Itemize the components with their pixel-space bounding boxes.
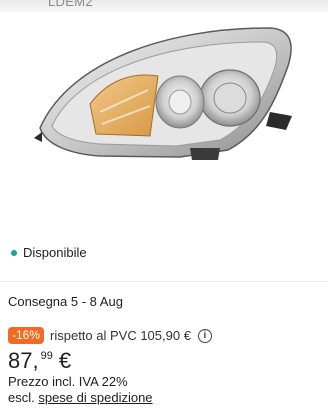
discount-badge: -16% (8, 327, 45, 344)
product-code: LDEM2 (48, 0, 93, 9)
info-icon[interactable]: i (197, 328, 212, 343)
price: 87, 99 € (8, 348, 71, 374)
price-decimal: 99 (40, 350, 53, 362)
availability: Disponibile (11, 245, 87, 260)
discount-row: -16% rispetto al PVC 105,90 € i (8, 327, 212, 344)
divider (0, 281, 328, 282)
product-headlight-image[interactable] (30, 20, 302, 170)
shipping-costs-link[interactable]: spese di spedizione (38, 390, 152, 405)
price-currency: € (58, 348, 72, 373)
delivery-info: Consegna 5 - 8 Aug (8, 294, 123, 309)
price-integer: 87, (8, 348, 39, 373)
vat-text: Prezzo incl. IVA 22% (8, 374, 128, 389)
shipping-prefix: escl. (8, 390, 39, 405)
availability-label: Disponibile (23, 245, 87, 260)
shipping-info: escl. spese di spedizione (8, 390, 153, 405)
availability-dot-icon (11, 249, 17, 256)
reference-price-text: rispetto al PVC 105,90 € (50, 328, 191, 343)
